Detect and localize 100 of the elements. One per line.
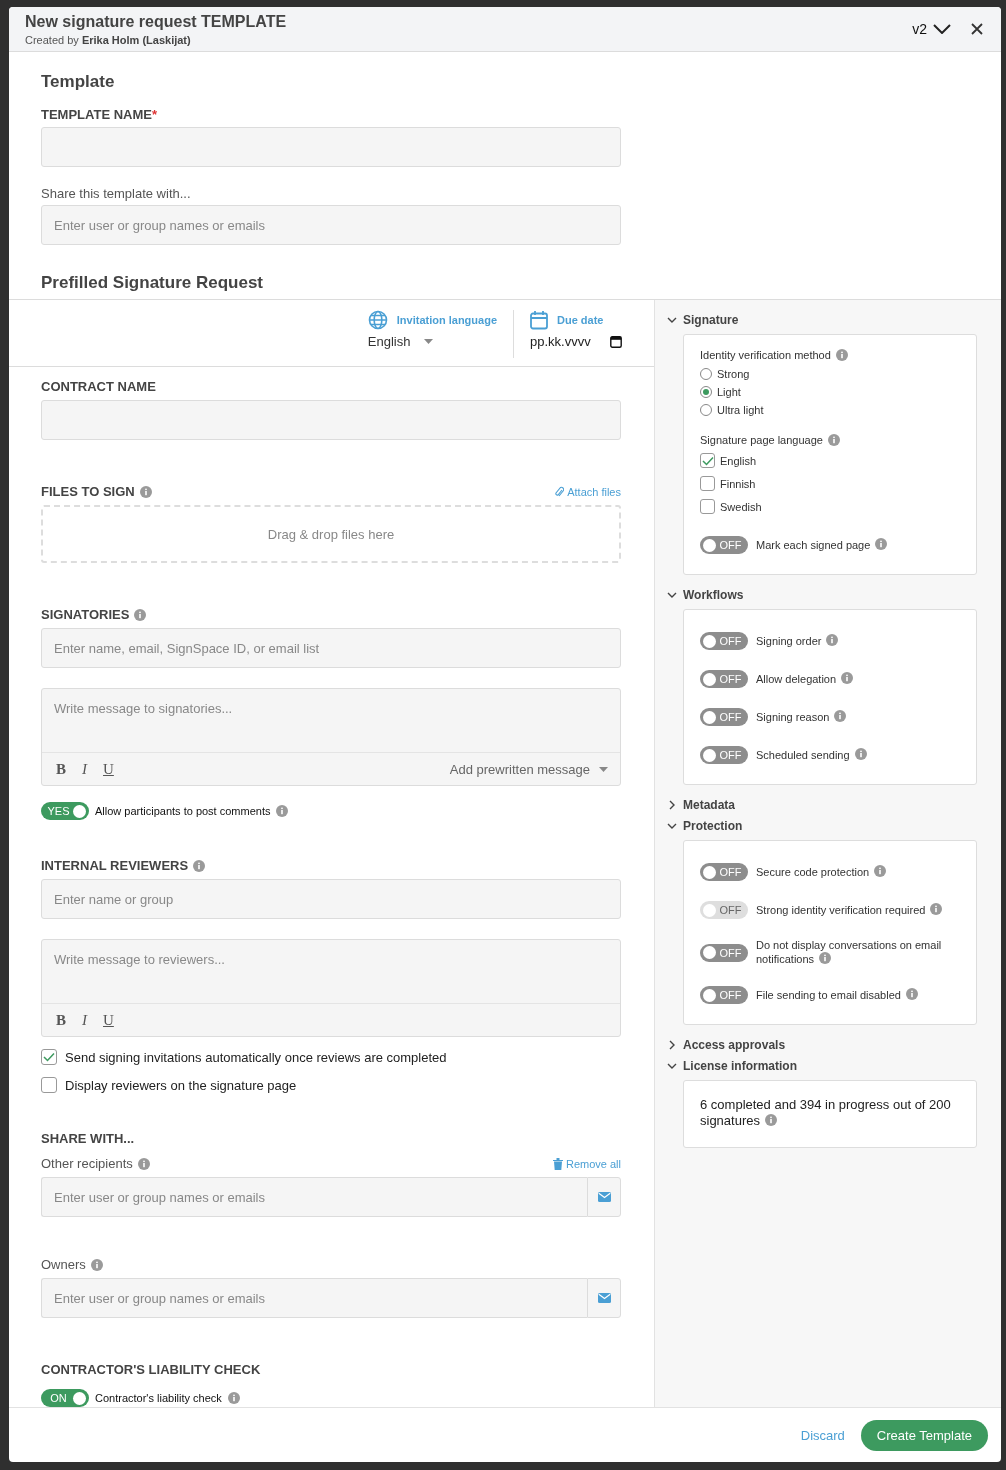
chevron-down-icon (933, 24, 951, 34)
envelope-icon (597, 1192, 611, 1202)
radio-button[interactable] (700, 386, 712, 398)
info-icon (874, 865, 887, 877)
reviewer-field[interactable]: Enter name or group (41, 879, 621, 919)
section-toggle[interactable]: Signature (667, 313, 739, 327)
envelope-icon (597, 1293, 611, 1303)
info-icon (137, 1157, 150, 1170)
window-title: New signature request TEMPLATE (25, 12, 288, 31)
toggle-switch[interactable]: OFF (700, 632, 748, 650)
recipient-field[interactable]: Enter user or group names or emails (41, 1177, 587, 1217)
italic-button[interactable]: I (80, 760, 89, 778)
toggle-label: Contractor's liability check (95, 1392, 222, 1404)
field-label: Due date (557, 314, 604, 326)
remove-all-link[interactable]: Remove all (552, 1157, 621, 1170)
radio-label: Strong (717, 368, 750, 380)
prewritten-message-dropdown[interactable]: Add prewritten message (449, 761, 608, 777)
toggle-switch[interactable]: OFF (700, 863, 748, 881)
toggle-switch[interactable]: OFF (700, 986, 748, 1004)
language-dropdown[interactable]: English (367, 334, 497, 349)
chevron-down-icon (667, 590, 677, 600)
radio-button[interactable] (700, 404, 712, 416)
toggle-label: Do not display conversations on email notifications (756, 939, 943, 966)
create-template-button[interactable]: Create Template (860, 1419, 988, 1451)
field-label: CONTRACT NAME (41, 379, 156, 394)
section-toggle[interactable]: Protection (667, 819, 743, 833)
field-label: Other recipients (41, 1156, 133, 1171)
chevron-right-icon (667, 800, 677, 810)
toggle-switch[interactable]: OFF (700, 746, 748, 764)
attach-files-link[interactable]: Attach files (555, 485, 621, 498)
chevron-down-icon (667, 1061, 677, 1071)
close-icon[interactable] (971, 23, 983, 35)
bold-button[interactable]: B (54, 760, 68, 778)
option-heading: Signature page language (700, 434, 823, 446)
underline-button[interactable]: U (101, 760, 116, 778)
underline-button[interactable]: U (101, 1011, 116, 1029)
toggle-label: Strong identity verification required (756, 903, 943, 917)
message-editor[interactable]: Write message to reviewers... B I U (41, 939, 621, 1037)
message-editor[interactable]: Write message to signatories... B I U Add prewritten message (41, 688, 621, 786)
toggle-label: Mark each signed page (756, 538, 888, 552)
discard-link[interactable]: Discard (800, 1427, 845, 1443)
info-icon (826, 634, 839, 646)
template-name-field[interactable] (41, 127, 621, 167)
toggle-label: Scheduled sending (756, 748, 867, 762)
checkbox[interactable] (41, 1049, 57, 1065)
caret-down-icon (424, 339, 434, 344)
message-field[interactable]: Write message to reviewers... (42, 940, 620, 1003)
recipient-field[interactable]: Enter user or group names or emails (41, 1278, 587, 1318)
info-icon (134, 608, 147, 621)
chevron-down-icon (667, 315, 677, 325)
info-icon (905, 988, 918, 1000)
toggle-label: Allow participants to post comments (95, 805, 271, 817)
section-toggle[interactable]: Access approvals (667, 1038, 786, 1052)
info-icon (834, 710, 847, 722)
info-icon (930, 903, 943, 915)
chevron-right-icon (667, 1040, 677, 1050)
info-icon (875, 538, 888, 550)
license-text: 6 completed and 394 in progress out of 200 signatures (700, 1097, 952, 1129)
checkbox[interactable] (700, 499, 715, 514)
toggle-switch[interactable]: OFF (700, 670, 748, 688)
version-dropdown[interactable]: v2 (912, 21, 951, 37)
info-icon (90, 1258, 103, 1271)
date-field[interactable]: pp.kk.vvvv (530, 334, 604, 349)
calendar-icon (530, 310, 548, 330)
checkbox-label: Swedish (720, 500, 762, 513)
email-button[interactable] (587, 1278, 621, 1318)
share-field[interactable]: Enter user or group names or emails (41, 205, 621, 245)
section-toggle[interactable]: License information (667, 1059, 798, 1073)
globe-icon (367, 310, 388, 330)
info-icon (193, 859, 206, 872)
date-picker-icon (610, 335, 622, 348)
section-heading: Prefilled Signature Request (41, 273, 264, 293)
toggle-label: Signing order (756, 634, 839, 648)
signatory-field[interactable]: Enter name, email, SignSpace ID, or email list (41, 628, 621, 668)
checkbox[interactable] (700, 453, 715, 468)
bold-button[interactable]: B (54, 1011, 68, 1029)
toggle-switch[interactable]: OFF (700, 943, 748, 962)
section-toggle[interactable]: Workflows (667, 588, 744, 602)
checkbox[interactable] (700, 476, 715, 491)
checkbox-label: English (720, 454, 757, 467)
contract-name-field[interactable] (41, 400, 621, 440)
toggle-switch[interactable]: YES (41, 802, 89, 820)
message-field[interactable]: Write message to signatories... (42, 689, 620, 752)
email-button[interactable] (587, 1177, 621, 1217)
option-heading: Identity verification method (700, 349, 831, 361)
caret-down-icon (599, 766, 608, 772)
info-icon (835, 349, 848, 361)
italic-button[interactable]: I (80, 1011, 89, 1029)
checkbox[interactable] (41, 1077, 57, 1093)
toggle-switch[interactable]: OFF (700, 536, 748, 554)
info-icon (765, 1114, 777, 1126)
drop-zone[interactable]: Drag & drop files here (41, 505, 621, 563)
toggle-switch[interactable]: ON (41, 1389, 89, 1407)
info-icon (827, 434, 840, 446)
radio-button[interactable] (700, 368, 712, 380)
field-label: TEMPLATE NAME* (41, 107, 159, 122)
field-label: Owners (41, 1257, 86, 1272)
section-toggle[interactable]: Metadata (667, 798, 735, 812)
toggle-switch[interactable]: OFF (700, 708, 748, 726)
checkbox-label: Display reviewers on the signature page (65, 1077, 297, 1093)
